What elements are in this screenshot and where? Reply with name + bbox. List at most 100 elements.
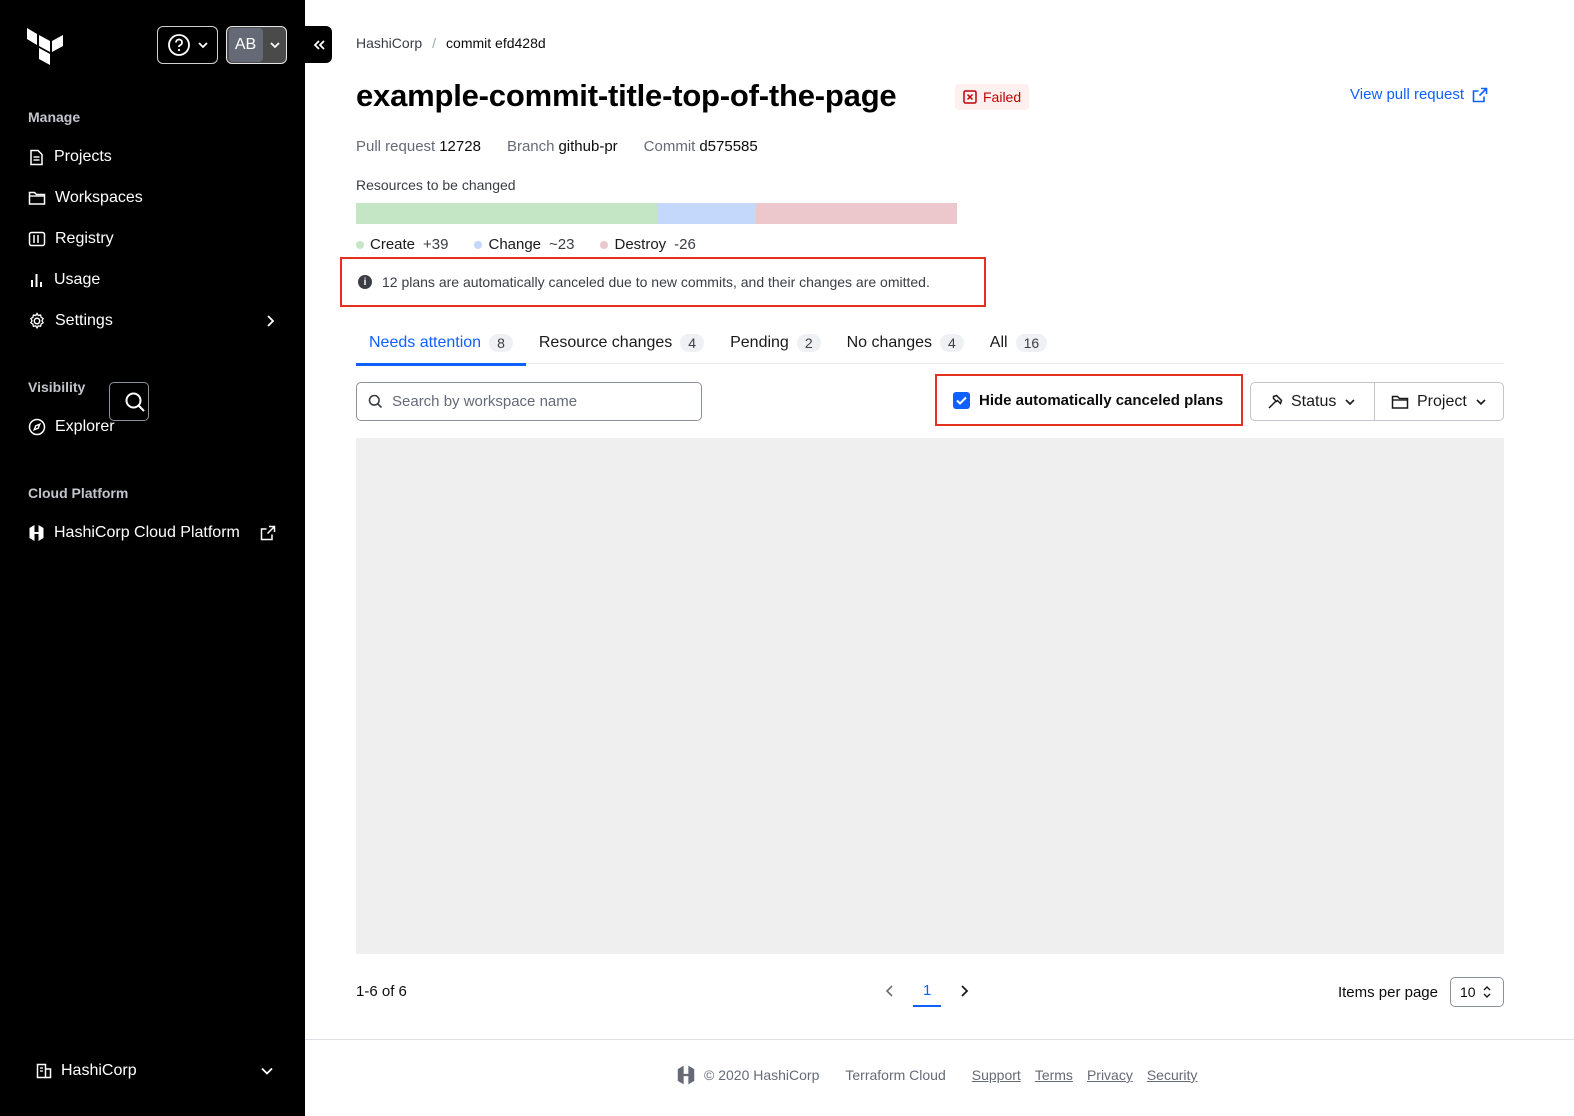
legend-dot-destroy bbox=[600, 240, 609, 249]
project-filter-dropdown[interactable]: Project bbox=[1374, 382, 1504, 421]
project-filter-label: Project bbox=[1417, 392, 1467, 410]
tab-resource-changes[interactable]: Resource changes 4 bbox=[526, 334, 717, 365]
legend-dot-create bbox=[356, 240, 364, 249]
footer-copyright: © 2020 HashiCorp bbox=[676, 1064, 819, 1086]
canceled-plans-notice: i 12 plans are automatically canceled du… bbox=[340, 257, 986, 307]
sidebar-item-label: Projects bbox=[54, 148, 112, 165]
help-menu-button[interactable] bbox=[157, 26, 218, 64]
bar-segment-change bbox=[656, 203, 757, 224]
status-filter-dropdown[interactable]: Status bbox=[1250, 382, 1375, 421]
sidebar-item-explorer[interactable]: Explorer bbox=[18, 410, 286, 444]
status-badge: Failed bbox=[955, 84, 1030, 110]
hide-canceled-checkbox[interactable] bbox=[953, 391, 970, 409]
resource-changes-bar bbox=[356, 203, 957, 224]
footer-content: © 2020 HashiCorp Terraform Cloud Support… bbox=[676, 1064, 1197, 1086]
org-name: HashiCorp bbox=[61, 1062, 137, 1079]
commit-meta: Pull request 12728 Branch github-pr Commit… bbox=[356, 138, 758, 155]
help-icon bbox=[167, 33, 191, 57]
search-input[interactable] bbox=[392, 393, 672, 410]
user-menu-button[interactable]: AB bbox=[226, 26, 287, 64]
meta-pull-request: Pull request 12728 bbox=[356, 138, 481, 155]
sidebar-item-label: Registry bbox=[55, 230, 114, 247]
page-title: example-commit-title-top-of-the-page bbox=[356, 78, 897, 113]
breadcrumb-current: commit efd428d bbox=[446, 35, 546, 51]
footer-links: Support Terms Privacy Security bbox=[972, 1067, 1198, 1083]
sidebar-item-hcp[interactable]: HashiCorp Cloud Platform bbox=[18, 516, 286, 550]
sidebar-item-settings[interactable]: Settings bbox=[18, 304, 286, 338]
footer-link-security[interactable]: Security bbox=[1147, 1067, 1198, 1083]
folder-icon bbox=[1391, 394, 1409, 410]
breadcrumb-org[interactable]: HashiCorp bbox=[356, 35, 422, 51]
search-icon bbox=[368, 394, 383, 409]
chevron-down-icon bbox=[260, 1065, 274, 1077]
legend-value: ~23 bbox=[549, 236, 575, 253]
chevron-down-icon bbox=[269, 39, 281, 51]
sidebar-item-workspaces[interactable]: Workspaces bbox=[18, 181, 286, 215]
legend-label: Destroy bbox=[614, 236, 667, 253]
footer: © 2020 HashiCorp Terraform Cloud Support… bbox=[305, 1039, 1574, 1116]
search-field[interactable] bbox=[356, 382, 702, 421]
sidebar-item-projects[interactable]: Projects bbox=[18, 140, 286, 174]
hashicorp-icon bbox=[28, 524, 45, 542]
registry-icon bbox=[28, 231, 46, 247]
legend-value: +39 bbox=[423, 236, 449, 253]
meta-label: Pull request bbox=[356, 138, 436, 155]
tab-all[interactable]: All 16 bbox=[977, 334, 1060, 365]
footer-link-terms[interactable]: Terms bbox=[1035, 1067, 1073, 1083]
meta-label: Branch bbox=[506, 138, 555, 155]
status-filter-label: Status bbox=[1291, 392, 1337, 410]
tab-count: 4 bbox=[940, 334, 964, 352]
view-pull-request-label: View pull request bbox=[1350, 86, 1464, 103]
bar-chart-icon bbox=[28, 272, 45, 288]
tab-count: 2 bbox=[796, 334, 821, 352]
tab-needs-attention[interactable]: Needs attention 8 bbox=[356, 334, 526, 366]
items-per-page-value: 10 bbox=[1460, 984, 1476, 1000]
meta-value: d575585 bbox=[699, 138, 758, 155]
external-link-icon bbox=[1472, 87, 1488, 103]
meta-branch: Branch github-pr bbox=[507, 138, 618, 155]
footer-link-privacy[interactable]: Privacy bbox=[1087, 1067, 1133, 1083]
legend-label: Change bbox=[488, 236, 542, 253]
sidebar-item-label: Explorer bbox=[55, 418, 115, 435]
sidebar-item-label: Settings bbox=[55, 312, 113, 329]
previous-page-button[interactable] bbox=[885, 984, 895, 998]
chevron-left-icon bbox=[885, 984, 895, 998]
collapse-sidebar-button[interactable] bbox=[305, 26, 332, 63]
legend-label: Create bbox=[370, 236, 416, 253]
tab-no-changes[interactable]: No changes 4 bbox=[834, 334, 977, 365]
breadcrumb-separator: / bbox=[432, 35, 437, 51]
sidebar-item-registry[interactable]: Registry bbox=[18, 222, 286, 256]
tab-label: Resource changes bbox=[538, 334, 673, 351]
building-icon bbox=[36, 1063, 52, 1079]
footer-link-support[interactable]: Support bbox=[972, 1067, 1021, 1083]
items-per-page-label: Items per page bbox=[1337, 983, 1438, 1001]
view-pull-request-link[interactable]: View pull request bbox=[1350, 86, 1488, 103]
chevron-right-icon bbox=[264, 314, 276, 328]
meta-value: github-pr bbox=[558, 138, 618, 155]
external-link-icon bbox=[260, 525, 276, 541]
notice-text: 12 plans are automatically canceled due … bbox=[382, 274, 930, 290]
tab-label: No changes bbox=[846, 334, 932, 351]
legend-create: Create +39 bbox=[356, 236, 448, 253]
info-icon: i bbox=[358, 275, 372, 289]
tab-pending[interactable]: Pending 2 bbox=[717, 334, 834, 365]
avatar: AB bbox=[228, 28, 263, 62]
main-content: HashiCorp / commit efd428d example-commi… bbox=[305, 0, 1574, 1116]
resource-legend: Create +39 Change ~23 Destroy -26 bbox=[356, 236, 696, 253]
sidebar-item-usage[interactable]: Usage bbox=[18, 263, 286, 297]
meta-commit: Commit d575585 bbox=[644, 138, 758, 155]
chevron-down-icon bbox=[1344, 396, 1356, 408]
sidebar-item-label: Usage bbox=[54, 271, 101, 288]
next-page-button[interactable] bbox=[959, 984, 969, 998]
tab-count: 4 bbox=[680, 334, 705, 352]
page-number[interactable]: 1 bbox=[912, 980, 942, 1007]
bar-segment-destroy bbox=[756, 203, 957, 224]
terraform-logo[interactable] bbox=[24, 24, 66, 66]
footer-product: Terraform Cloud bbox=[845, 1067, 946, 1083]
org-switcher[interactable]: HashiCorp bbox=[18, 1054, 286, 1088]
items-per-page-select[interactable]: 10 bbox=[1450, 977, 1504, 1007]
chevron-updown-icon bbox=[1482, 985, 1492, 999]
items-per-page: Items per page 10 bbox=[1338, 977, 1504, 1007]
folder-icon bbox=[28, 190, 46, 206]
hide-canceled-plans-toggle[interactable]: Hide automatically canceled plans bbox=[935, 374, 1243, 426]
